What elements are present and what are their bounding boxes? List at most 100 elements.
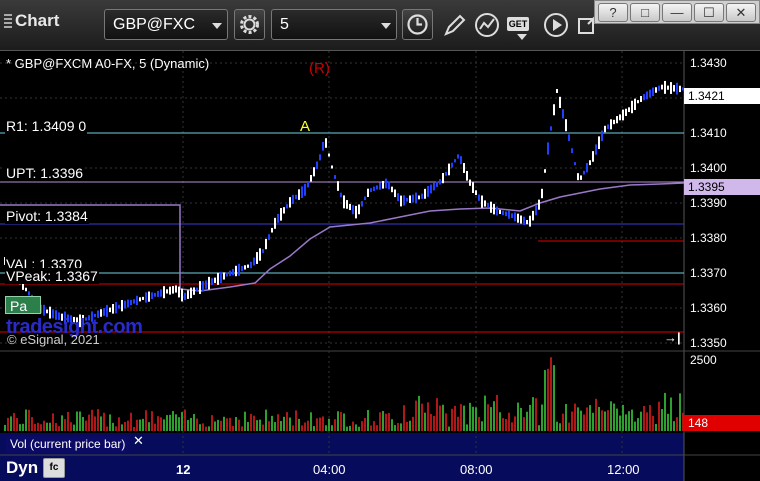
- maximize-button[interactable]: ☐: [694, 3, 724, 22]
- window-controls: ? □ — ☐ ✕: [594, 0, 760, 24]
- get-data-button[interactable]: GET: [507, 10, 537, 40]
- price-bar: [391, 186, 393, 193]
- volume-bar: [46, 422, 48, 431]
- volume-bar: [136, 419, 138, 431]
- price-bar: [568, 134, 570, 141]
- volume-bar: [625, 414, 627, 431]
- price-bar: [631, 100, 633, 114]
- volume-bar: [115, 426, 117, 431]
- volume-bar: [544, 370, 546, 431]
- volume-bar: [409, 420, 411, 431]
- drag-grip-icon[interactable]: [4, 14, 12, 28]
- volume-bar: [22, 423, 24, 431]
- price-bar: [583, 170, 585, 175]
- chart-area[interactable]: 1.3430 1.3410 1.3400 1.3390 1.3380 1.337…: [0, 51, 760, 481]
- price-bar: [292, 194, 294, 204]
- volume-bar: [604, 411, 606, 431]
- price-bar: [514, 212, 516, 222]
- volume-bar: [520, 407, 522, 431]
- volume-bar: [4, 424, 6, 431]
- price-bar: [199, 281, 201, 295]
- price-bar: [580, 175, 582, 180]
- price-bar: [145, 292, 147, 303]
- price-bar: [571, 148, 573, 154]
- price-bar: [172, 286, 174, 294]
- volume-bar: [64, 419, 66, 431]
- interval-dropdown-icon[interactable]: [381, 23, 391, 29]
- play-icon[interactable]: [541, 10, 571, 40]
- symbol-dropdown-icon[interactable]: [212, 23, 222, 29]
- volume-bar: [103, 412, 105, 431]
- volume-bar: [517, 402, 519, 431]
- volume-bar: [670, 397, 672, 431]
- volume-bar: [181, 412, 183, 431]
- pa-label[interactable]: Pa: [5, 296, 41, 314]
- volume-bar: [265, 409, 267, 431]
- close-pane-icon[interactable]: ✕: [133, 433, 144, 449]
- volume-bar: [61, 415, 63, 431]
- price-bar: [118, 304, 120, 309]
- price-bar: [226, 272, 228, 277]
- volume-bar: [109, 414, 111, 431]
- pencil-icon[interactable]: [440, 10, 470, 40]
- volume-bar: [253, 415, 255, 431]
- volume-bar: [439, 405, 441, 431]
- minimize-button[interactable]: —: [662, 3, 692, 22]
- fc-button[interactable]: fc: [43, 458, 65, 478]
- scroll-to-end-icon[interactable]: →|: [664, 330, 681, 345]
- price-bar: [154, 292, 156, 297]
- price-bar: [310, 174, 312, 182]
- volume-bar: [388, 412, 390, 431]
- volume-bar: [145, 410, 147, 431]
- volume-bar: [586, 407, 588, 431]
- interval-input[interactable]: 5: [271, 9, 397, 40]
- volume-bar: [349, 425, 351, 431]
- price-bar: [409, 195, 411, 203]
- price-bar: [574, 162, 576, 166]
- volume-bar: [451, 408, 453, 431]
- get-dropdown-icon[interactable]: [517, 34, 527, 40]
- volume-bar: [283, 416, 285, 431]
- volume-bar: [559, 423, 561, 431]
- volume-bar: [595, 398, 597, 431]
- symbol-input[interactable]: GBP@FXC: [104, 9, 228, 40]
- volume-bar: [394, 425, 396, 431]
- price-bar: [304, 183, 306, 196]
- symbol-label: * GBP@FXCM A0-FX, 5 (Dynamic): [6, 56, 210, 71]
- volume-bar: [250, 413, 252, 431]
- price-bar: [286, 204, 288, 209]
- clock-icon: [407, 14, 428, 35]
- price-bar: [121, 299, 123, 312]
- price-bar: [466, 170, 468, 181]
- studies-icon[interactable]: [472, 10, 502, 40]
- price-bar: [424, 188, 426, 199]
- volume-bar: [679, 393, 681, 431]
- price-bar: [139, 297, 141, 302]
- volume-bar: [13, 412, 15, 431]
- price-bar: [364, 196, 366, 201]
- settings-button[interactable]: [234, 9, 265, 40]
- volume-bar: [172, 411, 174, 431]
- chart-canvas[interactable]: 1.3430 1.3410 1.3400 1.3390 1.3380 1.337…: [0, 51, 760, 481]
- price-bar: [352, 204, 354, 215]
- restore-button[interactable]: □: [630, 3, 660, 22]
- volume-bar: [328, 418, 330, 431]
- price-bar: [268, 234, 270, 241]
- time-template-button[interactable]: [402, 9, 433, 40]
- volume-bar: [406, 421, 408, 431]
- price-bar: [673, 85, 675, 92]
- volume-bar: [322, 416, 324, 431]
- price-bar: [238, 263, 240, 276]
- volume-bar: [592, 412, 594, 431]
- price-bar: [196, 287, 198, 292]
- price-bar: [112, 303, 114, 314]
- price-bar: [298, 189, 300, 200]
- volume-bar: [526, 411, 528, 431]
- help-button[interactable]: ?: [598, 3, 628, 22]
- volume-bar: [205, 426, 207, 431]
- price-bar: [376, 185, 378, 190]
- close-button[interactable]: ✕: [726, 3, 756, 22]
- volume-bar: [274, 422, 276, 431]
- volume-bar: [331, 425, 333, 431]
- volume-bar: [502, 418, 504, 431]
